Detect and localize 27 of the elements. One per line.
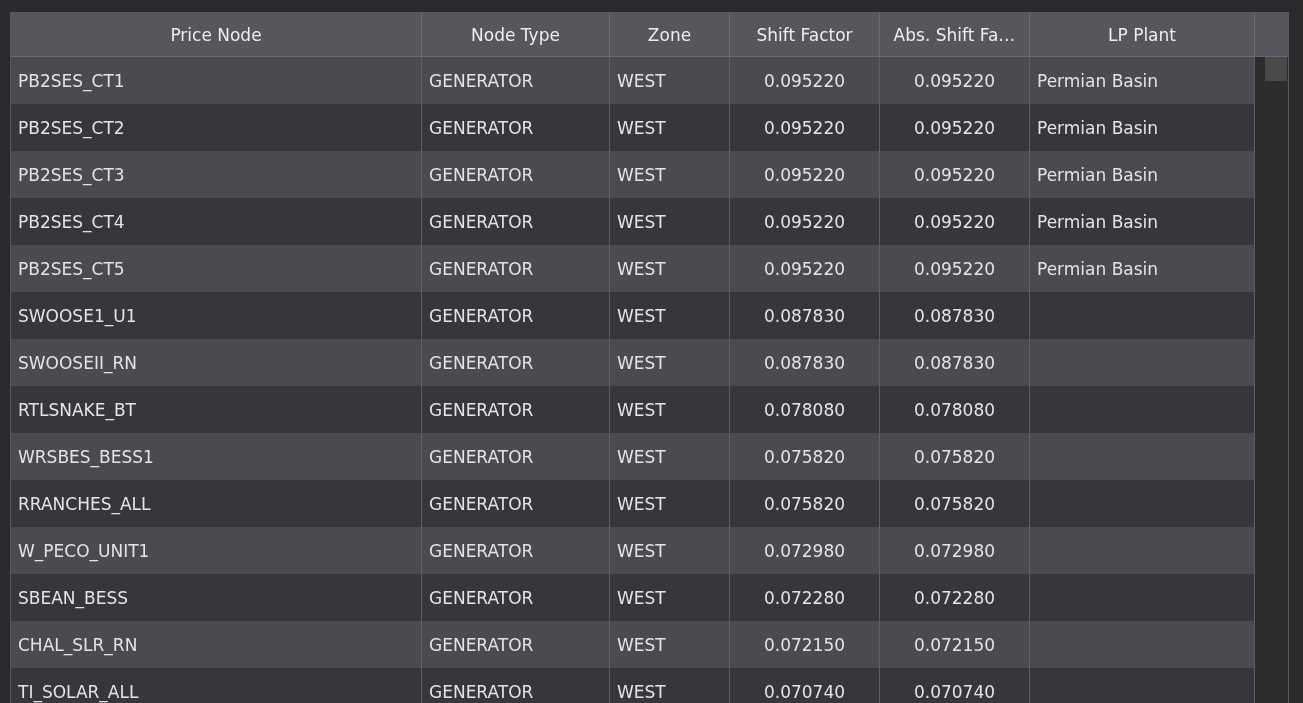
column-header[interactable]: Shift Factor [730, 13, 880, 56]
column-header[interactable]: Price Node [11, 13, 422, 56]
column-header[interactable]: Zone [610, 13, 730, 56]
table-cell: GENERATOR [422, 668, 610, 703]
table-row[interactable]: CHAL_SLR_RN GENERATOR WEST 0.072150 0.072150 [11, 621, 1255, 668]
table-row[interactable]: W_PECO_UNIT1 GENERATOR WEST 0.072980 0.072980 [11, 527, 1255, 574]
table-cell: TI_SOLAR_ALL [11, 668, 422, 703]
table-row[interactable]: SBEAN_BESS GENERATOR WEST 0.072280 0.072280 [11, 574, 1255, 621]
table-row[interactable]: TI_SOLAR_ALL GENERATOR WEST 0.070740 0.070740 [11, 668, 1255, 703]
table-row[interactable]: PB2SES_CT3 GENERATOR WEST 0.095220 0.095220 Permian Basin [11, 151, 1255, 198]
table-cell: WEST [610, 668, 730, 703]
table-row[interactable]: PB2SES_CT2 GENERATOR WEST 0.095220 0.095220 Permian Basin [11, 104, 1255, 151]
table-row[interactable]: RRANCHES_ALL GENERATOR WEST 0.075820 0.075820 [11, 480, 1255, 527]
table-row[interactable]: SWOOSEII_RN GENERATOR WEST 0.087830 0.087830 [11, 339, 1255, 386]
column-header[interactable]: Abs. Shift Fa… [880, 13, 1030, 56]
table-row[interactable]: PB2SES_CT5 GENERATOR WEST 0.095220 0.095220 Permian Basin [11, 245, 1255, 292]
column-header[interactable]: LP Plant [1030, 13, 1255, 56]
column-header[interactable]: Node Type [422, 13, 610, 56]
table-row[interactable]: RTLSNAKE_BT GENERATOR WEST 0.078080 0.078080 [11, 386, 1255, 433]
table-cell: 0.070740 [730, 668, 880, 703]
table-row[interactable]: PB2SES_CT1 GENERATOR WEST 0.095220 0.095220 Permian Basin [11, 57, 1255, 104]
table-row[interactable]: PB2SES_CT4 GENERATOR WEST 0.095220 0.095220 Permian Basin [11, 198, 1255, 245]
table-row[interactable]: SWOOSE1_U1 GENERATOR WEST 0.087830 0.087830 [11, 292, 1255, 339]
table-row[interactable]: WRSBES_BESS1 GENERATOR WEST 0.075820 0.075820 [11, 433, 1255, 480]
scroll-thumb[interactable] [1265, 57, 1287, 81]
table-cell: 0.070740 [880, 668, 1030, 703]
scrollbar[interactable] [1255, 57, 1288, 703]
